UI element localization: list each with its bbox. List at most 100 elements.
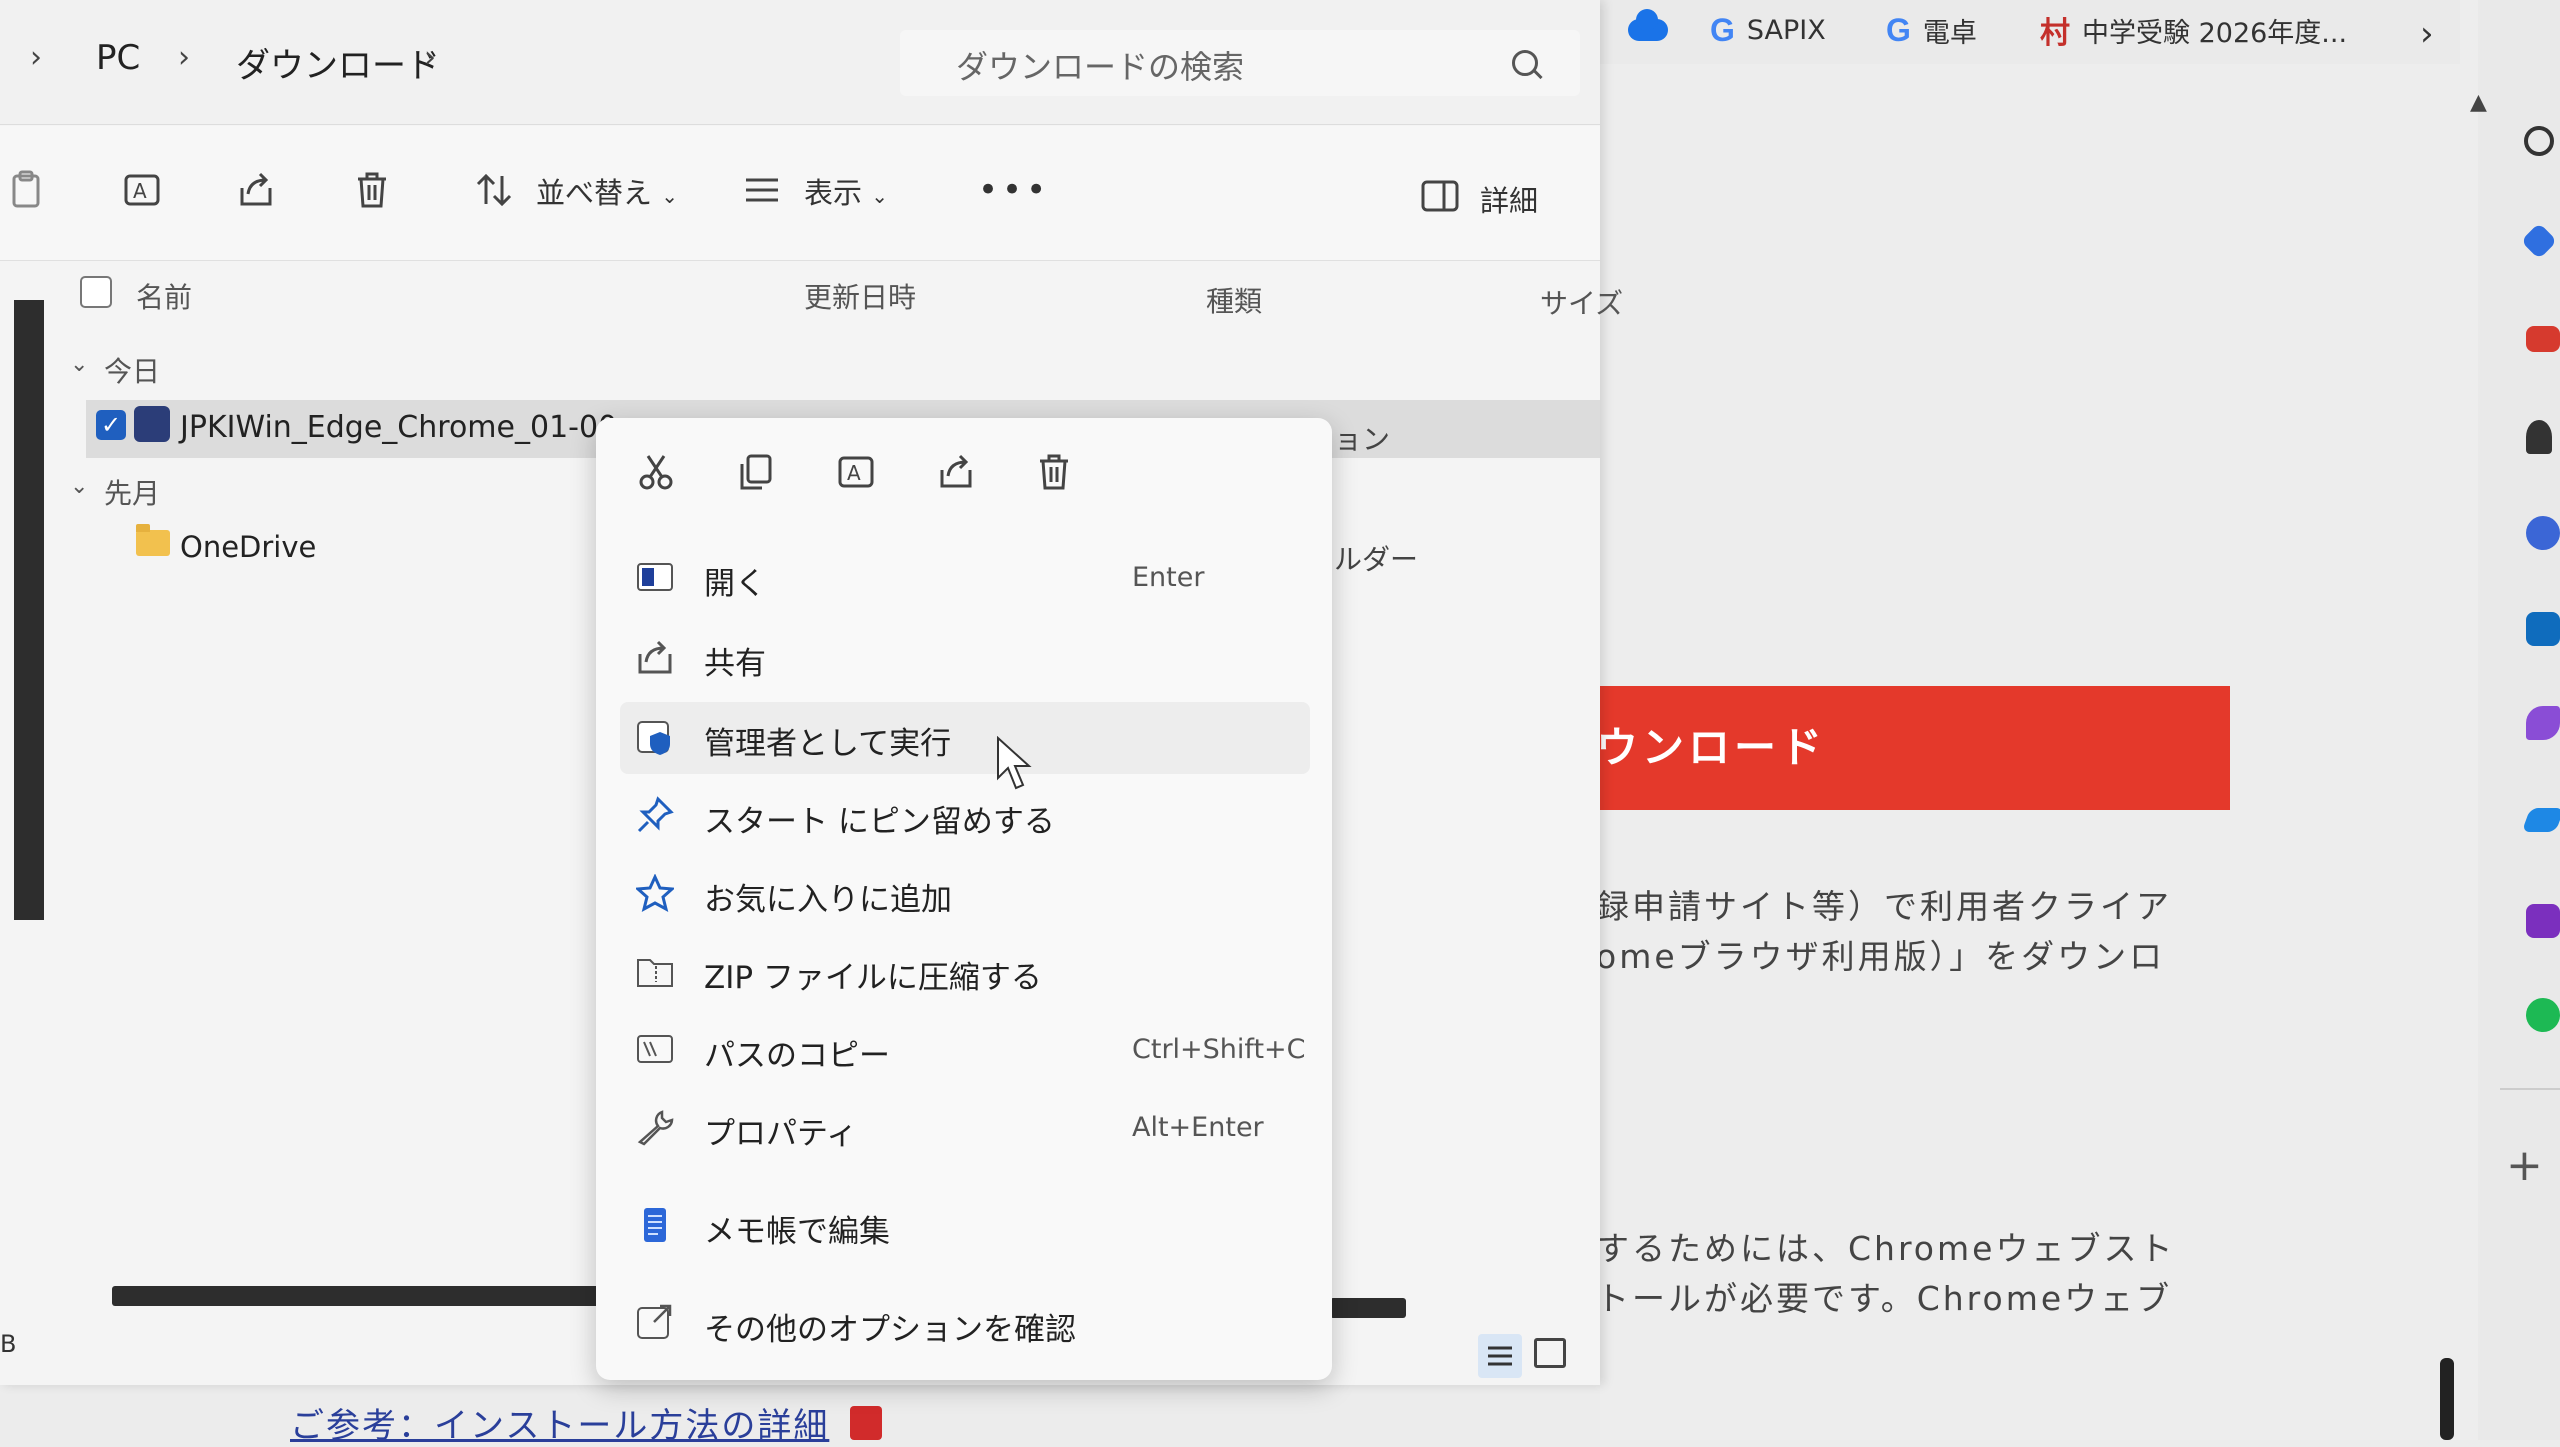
bookmark-calculator[interactable]: G 電卓 <box>1886 8 1977 52</box>
select-all-checkbox[interactable] <box>80 276 112 308</box>
share-icon[interactable] <box>936 452 976 492</box>
search-icon[interactable] <box>1512 50 1538 76</box>
menu-item-edit-notepad[interactable]: メモ帳で編集 <box>620 1190 1310 1262</box>
paste-icon[interactable] <box>8 170 48 210</box>
sidebar-office-icon[interactable] <box>2526 516 2560 550</box>
breadcrumb-chevron-icon[interactable]: › <box>30 40 42 75</box>
bookmarks-bar: G SAPIX G 電卓 村 中学受験 2026年度... <box>1600 0 2460 64</box>
menu-item-properties[interactable]: プロパティ Alt+Enter <box>620 1092 1310 1164</box>
menu-item-copy-path[interactable]: パスのコピー Ctrl+Shift+C <box>620 1014 1310 1086</box>
folder-icon <box>136 524 170 556</box>
sidebar-add-icon[interactable]: + <box>2506 1140 2543 1191</box>
rename-icon[interactable]: A <box>836 452 876 492</box>
menu-item-label: お気に入りに追加 <box>704 882 952 918</box>
page-paragraph-line: トールが必要です。Chromeウェブ <box>1596 1279 2173 1318</box>
menu-item-label: 管理者として実行 <box>704 726 952 762</box>
breadcrumb-downloads[interactable]: ダウンロード <box>236 38 440 87</box>
wrench-icon <box>637 1110 674 1146</box>
sidebar-onenote-icon[interactable] <box>2526 904 2560 938</box>
scroll-up-arrow-icon[interactable]: ▲ <box>2470 90 2487 115</box>
page-scrollbar[interactable] <box>2440 1358 2454 1440</box>
menu-item-shortcut: Enter <box>1132 562 1205 593</box>
share-icon[interactable] <box>236 170 276 210</box>
bookmark-label: 中学受験 2026年度... <box>2082 17 2348 49</box>
delete-icon[interactable] <box>352 170 392 210</box>
file-type: ルダー <box>1334 543 1419 576</box>
google-icon: G <box>1886 11 1911 48</box>
horizontal-scrollbar-end[interactable] <box>1330 1298 1406 1318</box>
group-collapse-chevron-icon[interactable]: ⌄ <box>70 352 88 377</box>
bookmark-sapix[interactable]: G SAPIX <box>1710 8 1826 52</box>
google-icon: G <box>1710 11 1735 48</box>
menu-item-label: その他のオプションを確認 <box>704 1312 1076 1348</box>
rename-icon[interactable]: A <box>122 170 162 210</box>
menu-item-share[interactable]: 共有 <box>620 622 1310 694</box>
menu-item-shortcut: Ctrl+Shift+C <box>1132 1034 1306 1065</box>
sort-icon[interactable] <box>474 170 514 210</box>
menu-item-more-options[interactable]: その他のオプションを確認 <box>620 1288 1310 1360</box>
menu-item-add-favorite[interactable]: お気に入りに追加 <box>620 858 1310 930</box>
onedrive-bookmark[interactable] <box>1628 8 1668 52</box>
page-paragraph-line: するためには、Chromeウェブスト <box>1596 1229 2176 1268</box>
zip-icon <box>637 959 673 987</box>
sidebar-tools-icon[interactable] <box>2526 326 2560 352</box>
group-header-today[interactable]: 今日 <box>104 350 160 390</box>
column-size[interactable]: サイズ <box>1540 282 1623 322</box>
sort-button[interactable]: 並べ替え ⌄ <box>536 170 678 212</box>
bookmark-label: 電卓 <box>1922 17 1977 49</box>
bookmarks-overflow-chevron-icon[interactable]: › <box>2420 14 2434 54</box>
svg-text:A: A <box>847 461 861 485</box>
open-icon <box>637 563 673 591</box>
view-button[interactable]: 表示 ⌄ <box>804 170 888 212</box>
sidebar-search-icon[interactable] <box>2524 126 2554 156</box>
file-name[interactable]: JPKIWin_Edge_Chrome_01-00 <box>180 410 617 445</box>
row-checkbox-checked[interactable]: ✓ <box>96 410 126 440</box>
column-modified[interactable]: 更新日時 <box>804 276 916 316</box>
horizontal-scrollbar[interactable] <box>112 1286 602 1306</box>
sort-label: 並べ替え <box>536 176 653 210</box>
more-options-icon <box>637 1304 672 1339</box>
menu-item-pin-to-start[interactable]: スタート にピン留めする <box>620 780 1310 852</box>
banner-text: ウンロード <box>1596 723 1827 772</box>
download-banner[interactable]: ウンロード <box>1596 686 2230 810</box>
menu-item-label: メモ帳で編集 <box>704 1214 890 1250</box>
details-button[interactable]: 詳細 <box>1480 178 1538 220</box>
sidebar-outlook-icon[interactable] <box>2526 612 2560 646</box>
tiles-view-toggle[interactable] <box>1534 1338 1566 1368</box>
breadcrumb-chevron-icon[interactable]: › <box>178 40 190 75</box>
menu-item-run-as-admin[interactable]: 管理者として実行 <box>620 702 1310 774</box>
more-options-button[interactable]: ••• <box>978 170 1050 210</box>
menu-item-label: 共有 <box>704 646 766 682</box>
column-type[interactable]: 種類 <box>1206 280 1262 320</box>
menu-item-shortcut: Alt+Enter <box>1132 1112 1264 1143</box>
navigation-pane-scrollbar[interactable] <box>14 300 44 920</box>
file-type: ョン <box>1334 423 1391 456</box>
breadcrumb-pc[interactable]: PC <box>96 38 140 78</box>
delete-icon[interactable] <box>1034 452 1074 492</box>
details-view-toggle[interactable] <box>1478 1334 1522 1378</box>
file-name[interactable]: OneDrive <box>180 530 316 564</box>
menu-item-label: プロパティ <box>704 1116 858 1152</box>
menu-item-label: 開く <box>704 566 766 602</box>
cut-icon[interactable] <box>636 452 676 492</box>
view-label: 表示 <box>804 176 863 210</box>
group-collapse-chevron-icon[interactable]: ⌄ <box>70 474 88 499</box>
menu-item-label: パスのコピー <box>704 1038 890 1074</box>
sidebar-spotify-icon[interactable] <box>2526 998 2560 1032</box>
sidebar-designer-icon[interactable] <box>2526 706 2560 740</box>
column-name[interactable]: 名前 <box>136 276 192 316</box>
copy-path-icon <box>637 1035 673 1063</box>
breadcrumb-chevron-icon[interactable]: › <box>424 40 436 75</box>
sidebar-divider <box>2500 1088 2560 1090</box>
pin-icon <box>637 796 674 833</box>
group-header-last-month[interactable]: 先月 <box>104 472 160 512</box>
details-pane-icon[interactable] <box>1420 176 1460 216</box>
menu-item-label: ZIP ファイルに圧縮する <box>704 960 1042 996</box>
menu-item-compress-zip[interactable]: ZIP ファイルに圧縮する <box>620 936 1310 1008</box>
copy-icon[interactable] <box>736 452 776 492</box>
page-paragraph-line: 録申請サイト等）で利用者クライア <box>1596 887 2172 926</box>
sidebar-person-icon[interactable] <box>2526 420 2552 454</box>
view-list-icon[interactable] <box>742 170 782 210</box>
menu-item-open[interactable]: 開く Enter <box>620 542 1310 614</box>
bookmark-exam[interactable]: 村 中学受験 2026年度... <box>2040 8 2347 52</box>
